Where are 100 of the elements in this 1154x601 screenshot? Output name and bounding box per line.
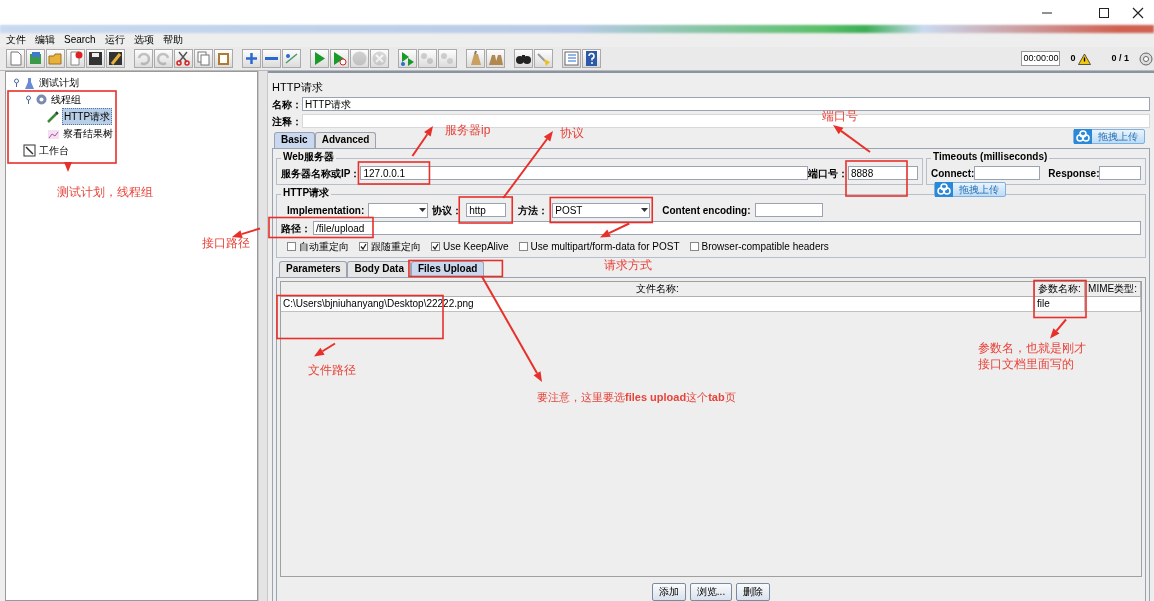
- checkbox-label: Use KeepAlive: [443, 239, 509, 254]
- field-label: Response:: [1048, 166, 1100, 181]
- toolbar-button[interactable]: [582, 49, 601, 68]
- annotation-label: 参数名，也就是刚才接口文档里面写的: [978, 339, 1087, 372]
- thread-count: 0 / 1: [1111, 51, 1129, 65]
- expand-toggle-icon[interactable]: [12, 78, 21, 87]
- upload-overlay[interactable]: 拖拽上传: [934, 182, 1007, 197]
- toolbar-button[interactable]: [106, 49, 125, 68]
- table-button[interactable]: 添加: [651, 582, 686, 601]
- name-field[interactable]: HTTP请求: [302, 97, 1150, 111]
- checkbox-label: Use multipart/form-data for POST: [530, 239, 680, 254]
- toolbar-button[interactable]: [86, 49, 105, 68]
- tree-item[interactable]: 测试计划: [38, 75, 80, 90]
- checkbox-label: 跟随重定向: [371, 239, 421, 254]
- protocol-field[interactable]: http: [466, 203, 507, 217]
- column-header: MIME类型:: [1085, 281, 1141, 296]
- annotation-arrow: [64, 161, 72, 172]
- checkbox[interactable]: [518, 241, 528, 251]
- book-icon: [27, 50, 44, 67]
- pipette-icon: [47, 110, 60, 123]
- field-label: 端口号：: [808, 166, 848, 181]
- tab[interactable]: Parameters: [279, 260, 348, 277]
- connect-field[interactable]: [974, 166, 1041, 180]
- annotation-label: 端口号: [822, 108, 858, 125]
- flask-icon: [23, 76, 36, 89]
- checkbox[interactable]: [431, 241, 440, 251]
- path-field[interactable]: /file/upload: [313, 221, 1141, 235]
- panel-title: HTTP请求: [272, 80, 324, 95]
- field-label: Implementation:: [287, 203, 365, 218]
- field-label: 路径：: [281, 221, 312, 236]
- annotation-label: 要注意，这里要选files upload这个tab页: [537, 390, 736, 405]
- copy-icon: [195, 50, 212, 67]
- group-title: Web服务器: [281, 149, 336, 163]
- column-header: 参数名称:: [1035, 281, 1085, 296]
- tree-item[interactable]: 线程组: [50, 92, 82, 107]
- table-button[interactable]: 浏览...: [689, 582, 733, 601]
- menu-item[interactable]: Search: [64, 33, 96, 47]
- server-field[interactable]: 127.0.0.1: [360, 166, 808, 180]
- tab[interactable]: Advanced: [314, 131, 377, 148]
- encoding-field[interactable]: [754, 203, 823, 217]
- tab[interactable]: Body Data: [347, 260, 411, 277]
- annotation-arrow: [833, 125, 871, 153]
- menu-item[interactable]: 帮助: [162, 33, 183, 47]
- maximize-icon[interactable]: [1098, 6, 1110, 19]
- highlight-frame: [845, 160, 908, 197]
- menu-item[interactable]: 选项: [133, 33, 154, 47]
- highlight-frame: [458, 196, 514, 224]
- toolbar-button[interactable]: [514, 49, 533, 68]
- menu-item[interactable]: 编辑: [35, 33, 55, 47]
- warning-icon: [1078, 52, 1092, 65]
- annotation-arrow: [411, 126, 433, 157]
- toolbar-button[interactable]: [174, 49, 193, 68]
- tree-item[interactable]: 工作台: [38, 143, 70, 158]
- redo-icon: [155, 50, 172, 67]
- clipboard-icon: [215, 50, 232, 67]
- annotation-label: 文件路径: [308, 361, 356, 379]
- group-title: Timeouts (milliseconds): [931, 149, 1050, 163]
- undo-icon: [135, 50, 152, 67]
- floppy-pen-icon: [107, 50, 124, 67]
- checkbox-label: 自动重定向: [299, 239, 349, 254]
- field-label: 协议：: [432, 203, 463, 218]
- annotation-arrow: [314, 342, 336, 357]
- implementation-dropdown[interactable]: [368, 202, 429, 218]
- annotation-label: 接口路径: [202, 235, 250, 252]
- annotation-arrow: [232, 227, 261, 238]
- tab[interactable]: Basic: [274, 131, 315, 148]
- cloud-icon: [1074, 129, 1092, 144]
- field-label: 注释：: [272, 114, 302, 129]
- tree-item[interactable]: HTTP请求: [62, 108, 113, 125]
- scissors-icon: [175, 50, 192, 67]
- folder-icon: [47, 50, 64, 67]
- tree-item[interactable]: 察看结果树: [62, 126, 114, 141]
- menu-item[interactable]: 文件: [6, 33, 26, 47]
- table-cell: file: [1035, 296, 1085, 311]
- method-dropdown[interactable]: POST: [552, 202, 651, 218]
- column-header: 文件名称:: [281, 281, 1035, 296]
- cloud-icon: [935, 182, 954, 197]
- sweep-icon: [535, 50, 552, 67]
- chart-icon: [47, 127, 60, 140]
- highlight-frame: [1033, 279, 1087, 319]
- checkbox[interactable]: [689, 241, 699, 251]
- checkbox[interactable]: [359, 241, 368, 251]
- port-field[interactable]: 8888: [848, 166, 918, 180]
- gear-icon: [35, 93, 48, 106]
- expand-toggle-icon[interactable]: [24, 95, 33, 104]
- table-button[interactable]: 删除: [736, 582, 771, 601]
- minus-icon: [265, 57, 278, 60]
- warning-count: 0: [1070, 51, 1076, 65]
- remote-status-icon: [1139, 51, 1153, 66]
- help-icon: [583, 50, 600, 67]
- annotation-arrow: [1050, 318, 1067, 339]
- upload-overlay[interactable]: 拖拽上传: [1073, 129, 1145, 144]
- close-icon[interactable]: [1132, 6, 1144, 19]
- field-label: Content encoding:: [662, 203, 751, 218]
- response-field[interactable]: [1099, 166, 1141, 180]
- menu-item[interactable]: 运行: [104, 33, 125, 47]
- page-icon: [7, 50, 24, 67]
- remote-play-icon: [399, 50, 416, 67]
- checkbox[interactable]: [287, 241, 296, 251]
- annotation-label: 测试计划，线程组: [57, 184, 153, 201]
